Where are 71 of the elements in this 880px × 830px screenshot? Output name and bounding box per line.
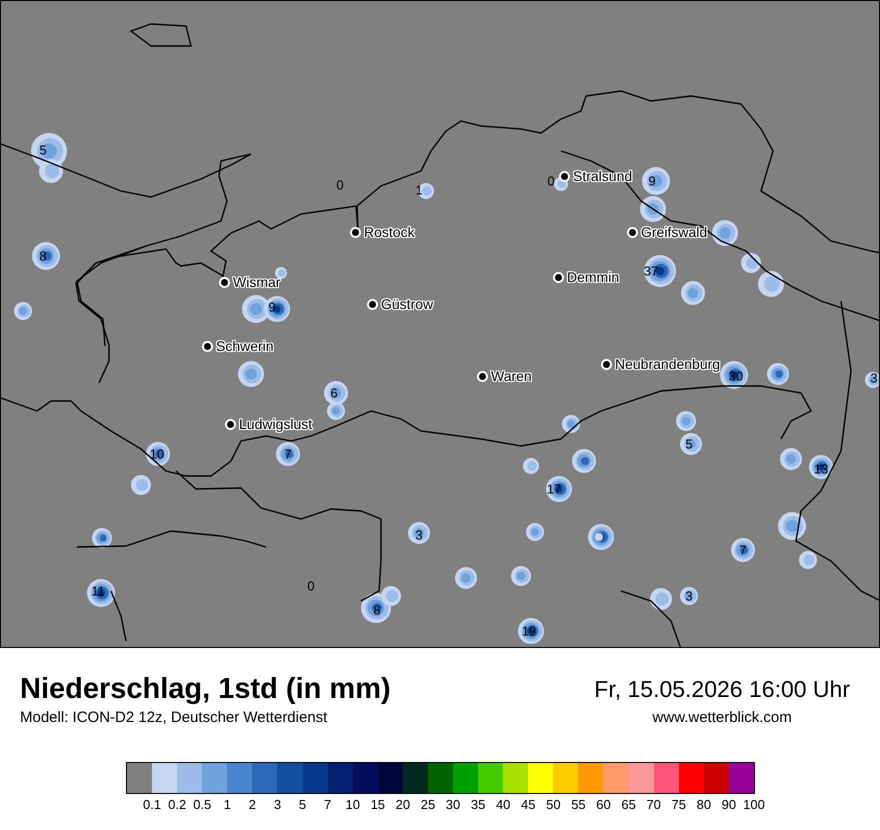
city-marker-icon bbox=[352, 228, 359, 236]
city-marker-icon bbox=[479, 372, 486, 380]
precipitation-value: 3 bbox=[685, 588, 693, 604]
precipitation-value: 5 bbox=[685, 436, 693, 452]
precipitation-value: 7 bbox=[284, 446, 292, 462]
precipitation-value: 1 bbox=[415, 182, 423, 198]
city-label: Güstrow bbox=[381, 296, 434, 312]
city-marker-icon bbox=[369, 300, 376, 308]
precipitation-value: 37 bbox=[644, 264, 658, 278]
scale-tick-label: 70 bbox=[646, 797, 661, 812]
city-label: Rostock bbox=[364, 224, 415, 240]
city-label: Wismar bbox=[233, 274, 280, 290]
city-label: Greifswald bbox=[641, 224, 708, 240]
scale-tick-label: 10 bbox=[345, 797, 360, 812]
precipitation-value: 7 bbox=[739, 542, 747, 558]
city-label: Ludwigslust bbox=[239, 416, 312, 432]
scale-tick-label: 35 bbox=[470, 797, 486, 812]
scale-tick-label: 0.1 bbox=[143, 797, 162, 812]
precipitation-value: 13 bbox=[814, 462, 828, 476]
city-marker-icon bbox=[629, 228, 636, 236]
scale-tick-label: 3 bbox=[274, 797, 282, 812]
precipitation-value: 30 bbox=[728, 368, 744, 384]
model-caption: Modell: ICON-D2 12z, Deutscher Wetterdienst bbox=[20, 708, 328, 728]
city-label: Demmin bbox=[567, 269, 620, 285]
precipitation-value: 6 bbox=[330, 386, 338, 400]
chart-title: Niederschlag, 1std (in mm) bbox=[20, 672, 391, 706]
precipitation-value: 8 bbox=[39, 248, 47, 264]
precipitation-value: 8 bbox=[373, 602, 381, 618]
scale-tick-label: 20 bbox=[396, 797, 410, 812]
precipitation-value: 10 bbox=[150, 446, 164, 462]
precipitation-value: 5 bbox=[39, 142, 47, 158]
city-marker-icon bbox=[603, 360, 610, 368]
precipitation-value: 0 bbox=[307, 578, 315, 594]
scale-tick-label: 30 bbox=[446, 797, 460, 812]
precipitation-value: 0 bbox=[336, 178, 344, 192]
scale-tick-label: 90 bbox=[722, 797, 736, 812]
precipitation-value: 17 bbox=[546, 482, 562, 496]
precipitation-value: 3 bbox=[870, 370, 878, 386]
scale-tick-label: 65 bbox=[621, 797, 636, 812]
scale-tick-label: 15 bbox=[370, 797, 386, 812]
city-marker-icon bbox=[561, 172, 568, 180]
scale-tick-label: 0.2 bbox=[168, 797, 186, 812]
city-marker-icon bbox=[555, 274, 562, 280]
city-label: Schwerin bbox=[216, 338, 274, 354]
website-caption: www.wetterblick.com bbox=[652, 708, 792, 728]
precipitation-value: 11 bbox=[91, 584, 105, 598]
precipitation-value: 0 bbox=[547, 174, 555, 188]
scale-tick-label: 45 bbox=[521, 797, 536, 812]
scale-tick-label: 1 bbox=[224, 797, 231, 812]
city-marker-icon bbox=[221, 278, 228, 286]
scale-tick-label: 0.5 bbox=[193, 797, 212, 812]
city-marker-icon bbox=[227, 420, 234, 428]
scale-tick-label: 5 bbox=[298, 797, 306, 812]
scale-tick-label: 60 bbox=[596, 797, 611, 812]
precipitation-value: 9 bbox=[268, 300, 276, 314]
scale-tick-label: 25 bbox=[420, 797, 436, 812]
scale-tick-label: 80 bbox=[696, 797, 712, 812]
forecast-datetime: Fr, 15.05.2026 16:00 Uhr bbox=[594, 675, 850, 704]
scale-tick-label: 2 bbox=[248, 797, 256, 812]
scale-tick-label: 100 bbox=[743, 797, 765, 812]
precipitation-value: 3 bbox=[415, 528, 423, 542]
precipitation-value: 9 bbox=[648, 174, 656, 188]
scale-tick-label: 40 bbox=[496, 797, 510, 812]
city-label: Waren bbox=[491, 368, 532, 384]
scale-tick-label: 7 bbox=[324, 797, 332, 812]
scale-tick-label: 75 bbox=[672, 797, 686, 812]
scale-tick-label: 55 bbox=[571, 797, 586, 812]
city-label: Neubrandenburg bbox=[615, 356, 720, 372]
precipitation-value: 19 bbox=[522, 624, 536, 638]
scale-tick-label: 50 bbox=[546, 797, 561, 812]
city-marker-icon bbox=[204, 342, 211, 350]
